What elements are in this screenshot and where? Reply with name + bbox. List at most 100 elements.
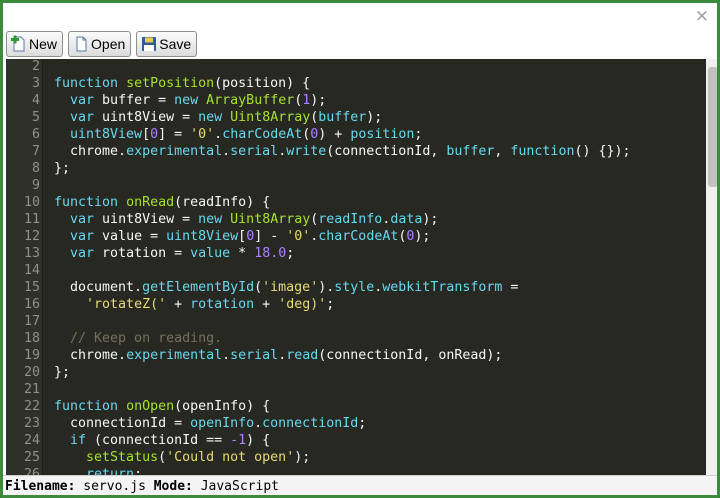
code-token: }; — [54, 365, 71, 380]
code-line[interactable]: 5 var uint8View = new Uint8Array(buffer)… — [6, 109, 706, 126]
code-token: , — [494, 144, 511, 159]
save-button[interactable]: Save — [136, 31, 198, 57]
code-token: new — [174, 93, 199, 108]
line-number: 10 — [23, 195, 40, 210]
code-token: serial — [230, 348, 279, 363]
line-number: 7 — [31, 144, 40, 159]
code-token: ( — [158, 450, 167, 465]
code-line[interactable]: 2 — [6, 59, 706, 75]
code-token: . — [214, 127, 223, 142]
line-number: 3 — [31, 76, 40, 91]
code-token: = — [502, 280, 519, 295]
code-line[interactable]: 7 chrome.experimental.serial.write(conne… — [6, 143, 706, 160]
code-line[interactable]: 24 if (connectionId == -1) { — [6, 432, 706, 449]
code-line[interactable]: 6 uint8View[0] = '0'.charCodeAt(0) + pos… — [6, 126, 706, 143]
vertical-scrollbar[interactable] — [706, 59, 717, 475]
code-line[interactable]: 12 var value = uint8View[0] - '0'.charCo… — [6, 228, 706, 245]
code-line[interactable]: 10 function onRead(readInfo) { — [6, 194, 706, 211]
line-number: 11 — [23, 212, 40, 227]
code-token: onOpen — [126, 399, 175, 414]
code-token: rotation — [190, 297, 255, 312]
code-token: '0' — [286, 229, 311, 244]
line-number: 21 — [23, 382, 40, 397]
line-number: 17 — [23, 314, 40, 329]
code-token: setPosition — [126, 76, 215, 91]
scrollbar-thumb[interactable] — [708, 67, 717, 187]
code-token: position — [350, 127, 415, 142]
code-token: * — [230, 246, 255, 261]
code-line[interactable]: 4 var buffer = new ArrayBuffer(1); — [6, 92, 706, 109]
code-line[interactable]: 23 connectionId = openInfo.connectionId; — [6, 415, 706, 432]
line-text: var buffer = new ArrayBuffer(1); — [54, 92, 326, 109]
code-token: (readInfo) { — [174, 195, 271, 210]
code-token: getElementById — [142, 280, 255, 295]
filename-value: servo.js — [83, 479, 146, 494]
code-token: ) + — [318, 127, 351, 142]
code-line[interactable]: 25 setStatus('Could not open'); — [6, 449, 706, 466]
line-text: chrome.experimental.serial.read(connecti… — [54, 347, 502, 364]
line-number: 9 — [31, 178, 40, 193]
line-text: }; — [54, 160, 70, 177]
code-token: connectionId — [262, 416, 359, 431]
code-token: data — [390, 212, 423, 227]
code-editor[interactable]: 2 3 function setPosition(position) {4 var … — [6, 59, 706, 475]
code-token: [ — [142, 127, 151, 142]
line-text: function onOpen(openInfo) { — [54, 398, 270, 415]
close-icon[interactable]: × — [695, 6, 709, 26]
line-text: var uint8View = new Uint8Array(buffer); — [54, 109, 382, 126]
line-text: var uint8View = new Uint8Array(readInfo.… — [54, 211, 438, 228]
code-token: }; — [54, 161, 71, 176]
line-text: var rotation = value * 18.0; — [54, 245, 294, 262]
new-file-plus-icon — [11, 35, 27, 53]
code-token: charCodeAt — [222, 127, 303, 142]
line-number: 16 — [23, 297, 40, 312]
line-number: 13 — [23, 246, 40, 261]
code-line[interactable]: 8}; — [6, 160, 706, 177]
code-line[interactable]: 26 return; — [6, 466, 706, 475]
code-token: 'image' — [262, 280, 319, 295]
code-token: ; — [414, 127, 423, 142]
code-line[interactable]: 3 function setPosition(position) { — [6, 75, 706, 92]
code-line[interactable]: 22 function onOpen(openInfo) { — [6, 398, 706, 415]
code-token: buffer — [318, 110, 367, 125]
code-token: if — [70, 433, 87, 448]
code-line[interactable]: 14 — [6, 262, 706, 279]
new-button[interactable]: New — [6, 31, 64, 57]
code-token: + — [254, 297, 279, 312]
code-line[interactable]: 20}; — [6, 364, 706, 381]
code-line[interactable]: 17 — [6, 313, 706, 330]
code-token: . — [254, 416, 263, 431]
code-line[interactable]: 11 var uint8View = new Uint8Array(readIn… — [6, 211, 706, 228]
toolbar: New Open Save — [6, 31, 198, 58]
line-text: return; — [54, 466, 142, 475]
code-token: function — [54, 195, 119, 210]
code-line[interactable]: 16 'rotateZ(' + rotation + 'deg)'; — [6, 296, 706, 313]
code-token: var — [70, 212, 95, 227]
code-token: (connectionId, onRead); — [318, 348, 503, 363]
line-number: 15 — [23, 280, 40, 295]
open-button[interactable]: Open — [68, 31, 132, 57]
code-token: connectionId = — [54, 416, 191, 431]
code-content[interactable]: 2 3 function setPosition(position) {4 var … — [6, 59, 706, 475]
code-line[interactable]: 19 chrome.experimental.serial.read(conne… — [6, 347, 706, 364]
code-line[interactable]: 9 — [6, 177, 706, 194]
code-token: (position) { — [214, 76, 311, 91]
code-line[interactable]: 13 var rotation = value * 18.0; — [6, 245, 706, 262]
code-line[interactable]: 15 document.getElementById('image').styl… — [6, 279, 706, 296]
code-token: ); — [310, 93, 327, 108]
code-token: chrome. — [54, 144, 127, 159]
code-line[interactable]: 21 — [6, 381, 706, 398]
line-number: 20 — [23, 365, 40, 380]
code-token: () {}); — [574, 144, 631, 159]
code-line[interactable]: 18 // Keep on reading. — [6, 330, 706, 347]
code-token: chrome. — [54, 348, 127, 363]
code-token: ( — [254, 280, 263, 295]
new-button-label: New — [29, 36, 58, 52]
code-token: readInfo — [318, 212, 383, 227]
